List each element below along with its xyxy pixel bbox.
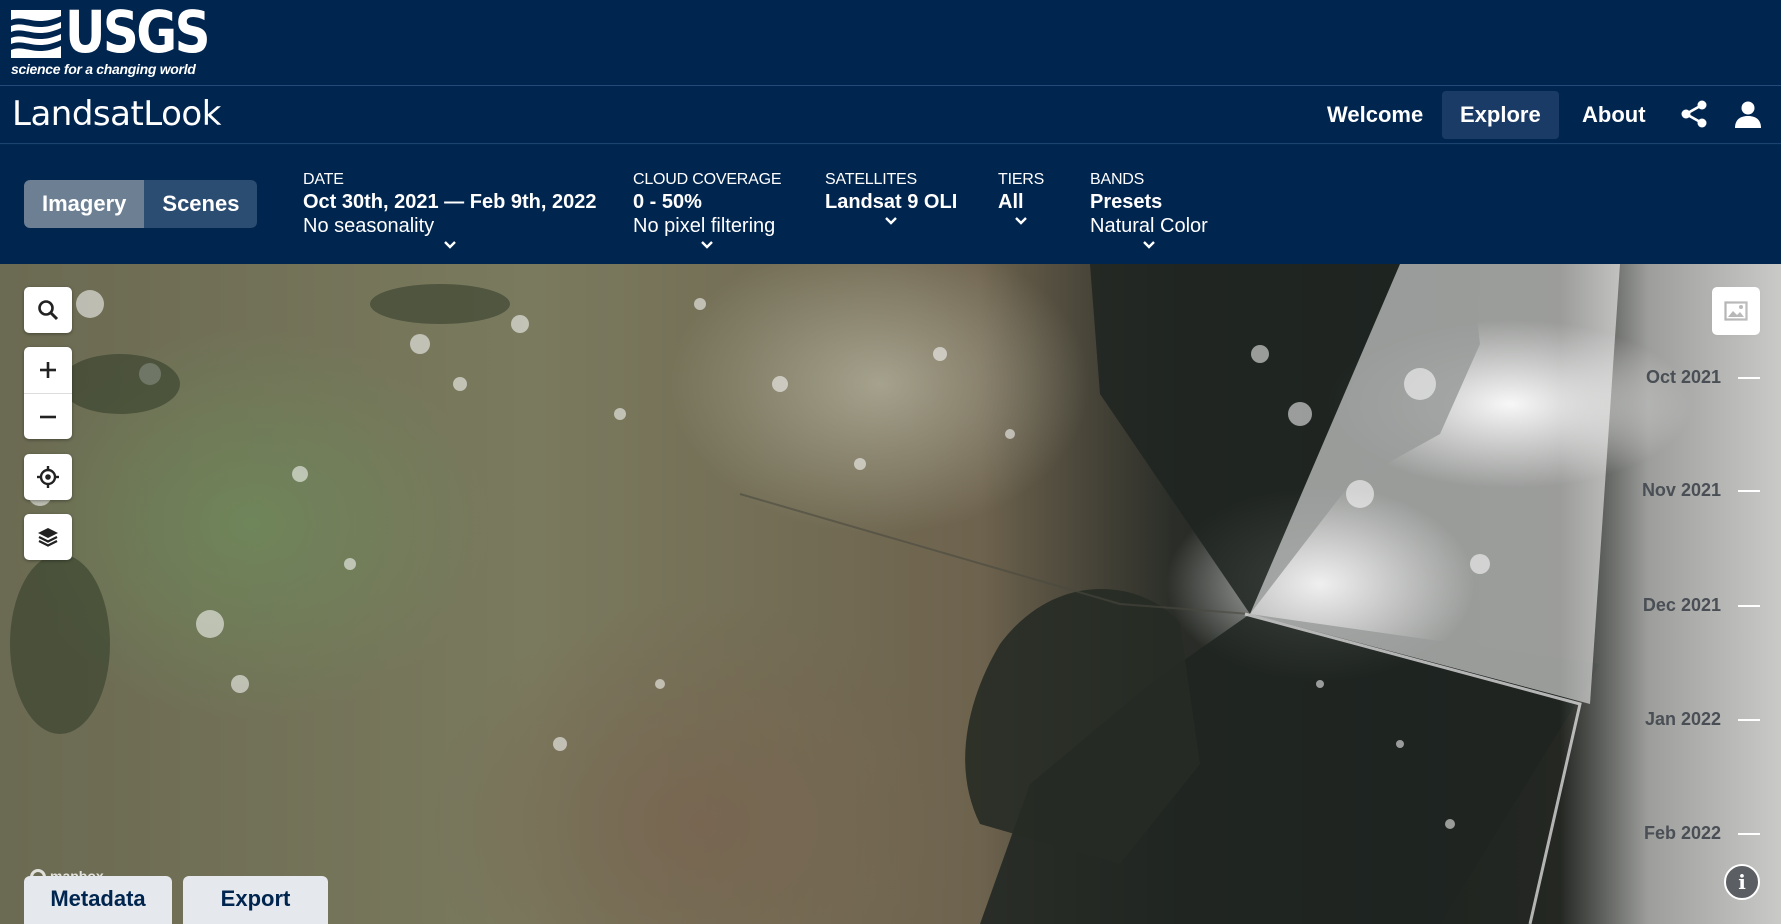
date-filter-label: DATE: [303, 171, 344, 188]
info-icon[interactable]: i: [1724, 864, 1760, 900]
satellites-filter-label: SATELLITES: [825, 171, 917, 188]
tab-scenes[interactable]: Scenes: [144, 180, 258, 228]
tab-imagery[interactable]: Imagery: [24, 180, 145, 228]
tiers-filter-label: TIERS: [998, 171, 1045, 188]
layers-control[interactable]: [24, 514, 72, 560]
nav-welcome[interactable]: Welcome: [1309, 91, 1441, 139]
app-header: LandsatLook Welcome Explore About: [0, 86, 1781, 144]
tiers-filter-value: All: [998, 191, 1024, 213]
date-timeline[interactable]: Oct 2021 Nov 2021 Dec 2021 Jan 2022 Feb …: [1560, 264, 1781, 924]
chevron-down-icon: [633, 238, 781, 254]
chevron-down-icon: [303, 238, 596, 254]
app-title[interactable]: LandsatLook: [12, 94, 221, 134]
chevron-down-icon: [998, 214, 1044, 230]
cloud-filter[interactable]: CLOUD COVERAGE 0 - 50% No pixel filterin…: [633, 170, 782, 254]
zoom-control: [24, 347, 72, 439]
filter-bar: Imagery Scenes DATE Oct 30th, 2021 — Feb…: [0, 145, 1781, 264]
bands-filter[interactable]: BANDS Presets Natural Color: [1090, 170, 1208, 254]
usgs-wave-icon: [11, 10, 61, 58]
usgs-logo[interactable]: USGS science for a changing world: [11, 2, 211, 80]
mode-toggle: Imagery Scenes: [24, 180, 258, 228]
bands-filter-preset: Natural Color: [1090, 215, 1208, 237]
share-icon[interactable]: [1678, 98, 1710, 130]
map-search-control[interactable]: [24, 287, 72, 333]
date-filter-value: Oct 30th, 2021 — Feb 9th, 2022: [303, 191, 597, 213]
timeline-label-nov-2021[interactable]: Nov 2021: [1642, 480, 1721, 501]
export-tab[interactable]: Export: [183, 876, 328, 924]
timeline-tick: [1738, 719, 1760, 721]
user-icon[interactable]: [1732, 98, 1764, 130]
nav-about[interactable]: About: [1564, 91, 1664, 139]
metadata-tab[interactable]: Metadata: [24, 876, 172, 924]
nav-explore[interactable]: Explore: [1442, 91, 1559, 139]
timeline-label-feb-2022[interactable]: Feb 2022: [1644, 823, 1721, 844]
map-view[interactable]: Oct 2021 Nov 2021 Dec 2021 Jan 2022 Feb …: [0, 264, 1781, 924]
timeline-label-oct-2021[interactable]: Oct 2021: [1646, 367, 1721, 388]
satellite-imagery: [10, 264, 1620, 924]
timeline-tick: [1738, 490, 1760, 492]
tiers-filter[interactable]: TIERS All: [998, 170, 1044, 230]
chevron-down-icon: [825, 214, 957, 230]
usgs-logo-text: USGS: [65, 0, 211, 66]
cloud-filter-pixel: No pixel filtering: [633, 215, 776, 237]
locate-control[interactable]: [24, 454, 72, 500]
usgs-tagline: science for a changing world: [11, 61, 196, 77]
usgs-banner: USGS science for a changing world: [0, 0, 1781, 86]
chevron-down-icon: [1090, 238, 1208, 254]
cloud-filter-label: CLOUD COVERAGE: [633, 171, 782, 188]
search-icon[interactable]: [24, 287, 72, 333]
bands-filter-value: Presets: [1090, 191, 1163, 213]
timeline-tick: [1738, 377, 1760, 379]
satellites-filter[interactable]: SATELLITES Landsat 9 OLI: [825, 170, 957, 230]
date-filter[interactable]: DATE Oct 30th, 2021 — Feb 9th, 2022 No s…: [303, 170, 596, 254]
zoom-out-icon[interactable]: [24, 393, 72, 439]
satellites-filter-value: Landsat 9 OLI: [825, 191, 958, 213]
timeline-label-jan-2022[interactable]: Jan 2022: [1645, 709, 1721, 730]
date-filter-seasonality: No seasonality: [303, 215, 435, 237]
layers-icon[interactable]: [24, 514, 72, 560]
cloud-filter-value: 0 - 50%: [633, 191, 702, 213]
timeline-tick: [1738, 833, 1760, 835]
timeline-label-dec-2021[interactable]: Dec 2021: [1643, 595, 1721, 616]
locate-icon[interactable]: [24, 454, 72, 500]
zoom-in-icon[interactable]: [24, 347, 72, 393]
timeline-tick: [1738, 605, 1760, 607]
bands-filter-label: BANDS: [1090, 171, 1145, 188]
